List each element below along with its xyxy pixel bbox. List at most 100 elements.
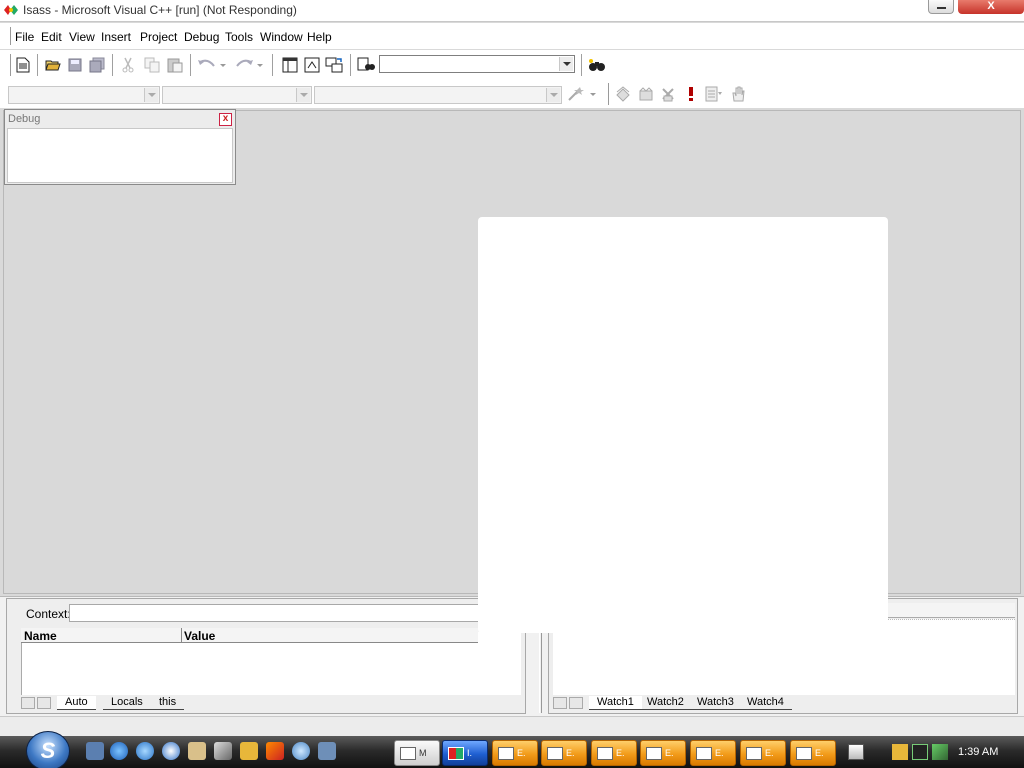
build-button[interactable] [635, 83, 657, 105]
members-combo-dropdown-arrow[interactable] [546, 88, 560, 102]
execute-button[interactable] [680, 83, 702, 105]
paste-button[interactable] [164, 54, 186, 76]
workspace-button[interactable] [279, 54, 301, 76]
variables-list[interactable] [21, 643, 521, 695]
tab-watch3[interactable]: Watch3 [689, 696, 742, 710]
watch-tab-scroll-arrows [553, 696, 585, 710]
toolbar-separator [37, 54, 39, 76]
window-list-button[interactable] [323, 54, 345, 76]
taskbar-clock[interactable]: 1:39 AM [958, 746, 998, 758]
class-combo-dropdown-arrow[interactable] [144, 88, 158, 102]
title-bar[interactable]: Isass - Microsoft Visual C++ [run] (Not … [0, 0, 1024, 22]
tab-watch4[interactable]: Watch4 [739, 696, 792, 710]
taskbar-app-icon [547, 746, 563, 760]
new-file-icon [16, 57, 30, 73]
variables-header: Name Value [21, 628, 521, 643]
debug-toolbar-body [7, 128, 233, 183]
taskbar-button-2[interactable]: I. [442, 740, 488, 766]
menu-bar-grip[interactable] [8, 27, 11, 45]
column-header-name[interactable]: Name [24, 629, 57, 643]
watch-tab-scroll-right-button[interactable] [569, 697, 583, 709]
tab-scroll-left-button[interactable] [21, 697, 35, 709]
menu-window[interactable]: Window [260, 30, 303, 44]
column-header-value[interactable]: Value [184, 629, 215, 643]
taskbar-button-7[interactable]: E. [690, 740, 736, 766]
quicklaunch-explorer-icon[interactable] [318, 742, 336, 760]
taskbar-button-9[interactable]: E. [790, 740, 836, 766]
quicklaunch-show-desktop-icon[interactable] [86, 742, 104, 760]
toolbar-grip[interactable] [606, 83, 609, 105]
debug-toolbar-close-button[interactable]: x [219, 113, 232, 126]
tab-watch2[interactable]: Watch2 [639, 696, 692, 710]
quicklaunch-ie-icon[interactable] [110, 742, 128, 760]
find-combo[interactable] [379, 55, 575, 73]
undo-button[interactable] [195, 54, 227, 76]
taskbar-button-8[interactable]: E. [740, 740, 786, 766]
redo-button[interactable] [232, 54, 264, 76]
start-button[interactable]: S [26, 731, 70, 768]
find-button[interactable] [586, 54, 608, 76]
keyboard-tray-icon[interactable] [848, 744, 864, 760]
taskbar-button-6[interactable]: E. [640, 740, 686, 766]
compile-button[interactable] [612, 83, 634, 105]
quicklaunch-tools-icon[interactable] [214, 742, 232, 760]
menu-file[interactable]: File [15, 30, 34, 44]
menu-insert[interactable]: Insert [101, 30, 131, 44]
window-title: Isass - Microsoft Visual C++ [run] (Not … [23, 3, 297, 17]
tab-scroll-right-button[interactable] [37, 697, 51, 709]
insert-breakpoint-button[interactable] [703, 83, 725, 105]
wizard-actions-button[interactable] [565, 83, 599, 105]
find-combo-dropdown-arrow[interactable] [559, 57, 573, 71]
tray-network-icon[interactable] [932, 744, 948, 760]
quicklaunch-ie-alt-icon[interactable] [136, 742, 154, 760]
quicklaunch-notepad-icon[interactable] [188, 742, 206, 760]
context-combo[interactable] [69, 604, 489, 622]
minimize-button[interactable] [928, 0, 954, 14]
quicklaunch-media-player-icon[interactable] [162, 742, 180, 760]
quicklaunch-network-icon[interactable] [292, 742, 310, 760]
class-combo[interactable] [8, 86, 160, 104]
column-divider[interactable] [181, 628, 182, 643]
taskbar-button-1[interactable]: M [394, 740, 440, 766]
tab-watch1[interactable]: Watch1 [589, 696, 642, 710]
copy-button[interactable] [141, 54, 163, 76]
tab-scroll-arrows [21, 696, 53, 710]
toolbar-grip[interactable] [8, 54, 11, 76]
find-in-files-button[interactable] [355, 54, 377, 76]
menu-debug[interactable]: Debug [184, 30, 219, 44]
stop-build-button[interactable] [657, 83, 679, 105]
watch-tab-scroll-left-button[interactable] [553, 697, 567, 709]
cut-button[interactable] [117, 54, 139, 76]
taskbar-button-label: E. [815, 748, 824, 758]
members-combo[interactable] [314, 86, 562, 104]
quicklaunch-firefox-icon[interactable] [266, 742, 284, 760]
tab-this[interactable]: this [151, 696, 185, 710]
taskbar-button-5[interactable]: E. [591, 740, 637, 766]
filter-combo-dropdown-arrow[interactable] [296, 88, 310, 102]
menu-project[interactable]: Project [140, 30, 177, 44]
debug-toolbar-window[interactable]: Debug x [4, 109, 236, 185]
hand-button[interactable] [727, 83, 749, 105]
tab-locals[interactable]: Locals [103, 696, 151, 710]
menu-view[interactable]: View [69, 30, 95, 44]
tray-monitor-icon[interactable] [912, 744, 928, 760]
open-button[interactable] [42, 54, 64, 76]
tab-auto[interactable]: Auto [57, 696, 96, 710]
taskbar-button-4[interactable]: E. [541, 740, 587, 766]
menu-help[interactable]: Help [307, 30, 332, 44]
quicklaunch-folder-icon[interactable] [240, 742, 258, 760]
tray-app-icon[interactable] [892, 744, 908, 760]
taskbar-button-label: E. [665, 748, 674, 758]
taskbar-button-label: E. [566, 748, 575, 758]
save-all-button[interactable] [86, 54, 108, 76]
output-button[interactable] [301, 54, 323, 76]
menu-tools[interactable]: Tools [225, 30, 253, 44]
hand-icon [732, 86, 745, 102]
debug-toolbar-title: Debug [8, 113, 41, 125]
new-file-button[interactable] [12, 54, 34, 76]
taskbar-button-3[interactable]: E. [492, 740, 538, 766]
menu-edit[interactable]: Edit [41, 30, 62, 44]
save-button[interactable] [64, 54, 86, 76]
filter-combo[interactable] [162, 86, 312, 104]
close-button[interactable]: X [958, 0, 1024, 14]
